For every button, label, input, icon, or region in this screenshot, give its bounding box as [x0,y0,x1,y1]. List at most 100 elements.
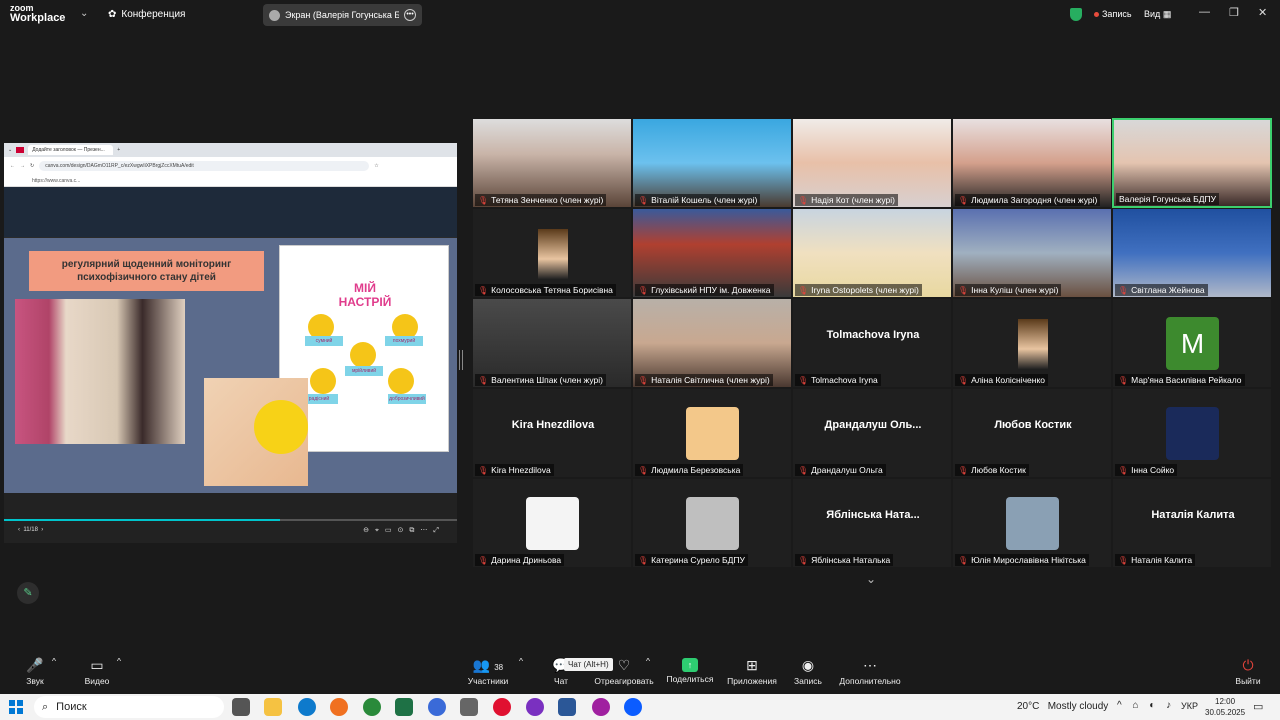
participant-tile[interactable]: 🎙 Катерина Сурело БДПУ [632,478,792,568]
app-icon[interactable] [526,698,544,716]
participants-button[interactable]: 👥 38 Участники [466,656,510,686]
excel-icon[interactable] [395,698,413,716]
word-icon[interactable] [558,698,576,716]
close-icon[interactable]: ✕ [1258,6,1267,19]
system-tray-icons[interactable]: ^ ⌂ ◐ ♪ [1117,700,1175,711]
calculator-icon[interactable] [460,698,478,716]
annotate-pen-icon[interactable]: ✎ [17,582,39,604]
edge-icon[interactable] [298,698,316,716]
slide-pager[interactable]: ‹ 11/18 › [18,527,43,533]
task-view-icon[interactable] [232,698,250,716]
video-button[interactable]: ▭ Видео [80,656,114,686]
mic-muted-icon: 🎙 [1118,555,1129,565]
participant-tile[interactable]: 🎙 Інна Сойко [1112,388,1272,478]
more-button[interactable]: ⋯ Дополнительно [838,656,902,686]
weather-widget[interactable]: 20°C Mostly cloudy [1017,701,1108,712]
participant-tile[interactable]: 🎙 Світлана Жейнова [1112,208,1272,298]
taskbar-search[interactable]: ⌕ Поиск [34,696,224,718]
participants-count: 38 [494,663,504,672]
presentation-tools-icon[interactable]: ⊖⌖▭⊙⧉⋯⤢ [363,526,445,535]
participant-name: Дарина Дриньова [491,555,562,565]
file-explorer-icon[interactable] [264,698,282,716]
view-button[interactable]: Вид ▦ [1144,9,1171,20]
url-bar[interactable]: canva.com/design/DAGmO11RP_c/ezXwgwIiXPB… [39,161,370,171]
participant-tile[interactable]: 🎙 Інна Куліш (член журі) [952,208,1112,298]
windows-start-icon[interactable] [9,700,23,714]
avatar [686,497,739,550]
mic-muted-icon: 🎙 [958,465,969,475]
app-icon[interactable] [428,698,446,716]
conference-info-button[interactable]: ✿ Конференция [108,9,185,20]
forward-icon[interactable]: → [20,163,25,169]
opera-icon[interactable] [493,698,511,716]
mic-muted-icon: 🎙 [958,195,969,205]
participant-tile[interactable]: 🎙 Колосовська Тетяна Борисівна [472,208,632,298]
mic-muted-icon: 🎙 [478,375,489,385]
apps-button[interactable]: ⊞ Приложения [726,656,778,686]
restore-icon[interactable]: ❐ [1229,6,1239,19]
bookmark-item[interactable]: https://www.canva.c... [32,178,80,184]
browser-tab[interactable]: Додайте заголовок — Презен... [28,145,114,155]
smiley-icon [350,342,376,368]
slide-progress-bar[interactable] [4,519,457,521]
app-icon[interactable] [363,698,381,716]
canva-header [4,187,457,237]
viber-icon[interactable] [592,698,610,716]
participant-tile[interactable]: 🎙 Дарина Дриньова [472,478,632,568]
record-button[interactable]: ◉ Запись [792,656,824,686]
security-shield-icon[interactable] [1070,8,1082,21]
browser-app-icon[interactable] [16,147,25,153]
participant-name: Iryna Ostopolets (член журі) [811,285,919,295]
taskbar-clock[interactable]: 12:00 30.05.2025 [1205,696,1245,718]
participants-caret[interactable]: ^ [519,656,523,666]
participant-tile[interactable]: 🎙 Наталія Світлична (член журі) [632,298,792,388]
participant-tile[interactable]: 🎙 Тетяна Зенченко (член журі) [472,118,632,208]
participant-tile[interactable]: Яблінська Ната... 🎙 Яблінська Наталька [792,478,952,568]
participant-display-name: Tolmachova Iryna [826,329,920,341]
video-options-caret[interactable]: ^ [117,656,121,666]
screen-share-pill[interactable]: Экран (Валерія Гогунська БДПУ) ••• [263,4,422,26]
participant-tile[interactable]: Любов Костик 🎙 Любов Костик [952,388,1112,478]
zoom-taskbar-icon[interactable] [624,698,642,716]
recording-indicator[interactable]: Запись [1094,9,1132,19]
back-icon[interactable]: ← [10,163,15,169]
participant-tile[interactable]: Наталія Калита 🎙 Наталія Калита [1112,478,1272,568]
language-indicator[interactable]: УКР [1181,701,1198,711]
audio-options-caret[interactable]: ^ [52,656,56,666]
bookmark-star-icon[interactable]: ☆ [374,163,378,169]
participant-tile[interactable]: 🎙 Юлія Мирославівна Нікітська [952,478,1112,568]
mute-button[interactable]: 🎤 Звук [20,656,50,686]
participant-name: Валентина Шпак (член журі) [491,375,603,385]
chevron-down-icon[interactable]: ⌄ [80,8,88,19]
new-tab-icon[interactable]: + [117,147,120,153]
participant-tile[interactable]: 🎙 Iryna Ostopolets (член журі) [792,208,952,298]
participant-tile[interactable]: Валерія Гогунська БДПУ [1112,118,1272,208]
participant-tile[interactable]: 🎙 Віталій Кошель (член журі) [632,118,792,208]
participant-tile[interactable]: 🎙 Людмила Березовська [632,388,792,478]
participant-name-label: 🎙 Аліна Колісніченко [955,374,1049,386]
participant-tile[interactable]: Kira Hnezdilova 🎙 Kira Hnezdilova [472,388,632,478]
participant-tile[interactable]: 🎙 Аліна Колісніченко [952,298,1112,388]
participant-tile[interactable]: 🎙 Глухівський НПУ ім. Довженка [632,208,792,298]
react-caret[interactable]: ^ [646,656,650,666]
participant-tile[interactable]: Драндалуш Оль... 🎙 Драндалуш Ольга [792,388,952,478]
record-label: Запись [794,676,822,686]
leave-button[interactable]: ⏻ Выйти [1233,656,1263,686]
share-screen-button[interactable]: ↑ Поделиться [666,656,714,684]
participant-tile[interactable]: Tolmachova Iryna 🎙 Tolmachova Iryna [792,298,952,388]
browser-menu-icon[interactable]: ⌄ [8,147,12,153]
participant-tile[interactable]: 🎙 Валентина Шпак (член журі) [472,298,632,388]
firefox-icon[interactable] [330,698,348,716]
participant-tile[interactable]: M 🎙 Мар'яна Василівна Рейкало [1112,298,1272,388]
participant-name: Kira Hnezdilova [491,465,551,475]
reload-icon[interactable]: ↻ [30,163,34,169]
splitter-handle[interactable] [459,350,463,370]
chevron-down-icon[interactable]: ⌄ [866,572,876,586]
more-icon[interactable]: ••• [404,9,416,21]
notification-icon[interactable]: ▭ [1253,700,1263,713]
participant-name-label: 🎙 Віталій Кошель (член журі) [635,194,761,206]
participant-tile[interactable]: 🎙 Надія Кот (член журі) [792,118,952,208]
participant-tile[interactable]: 🎙 Людмила Загородня (член журі) [952,118,1112,208]
canva-footer: ‹ 11/18 › ⊖⌖▭⊙⧉⋯⤢ [4,493,457,543]
minimize-icon[interactable]: — [1199,6,1210,18]
